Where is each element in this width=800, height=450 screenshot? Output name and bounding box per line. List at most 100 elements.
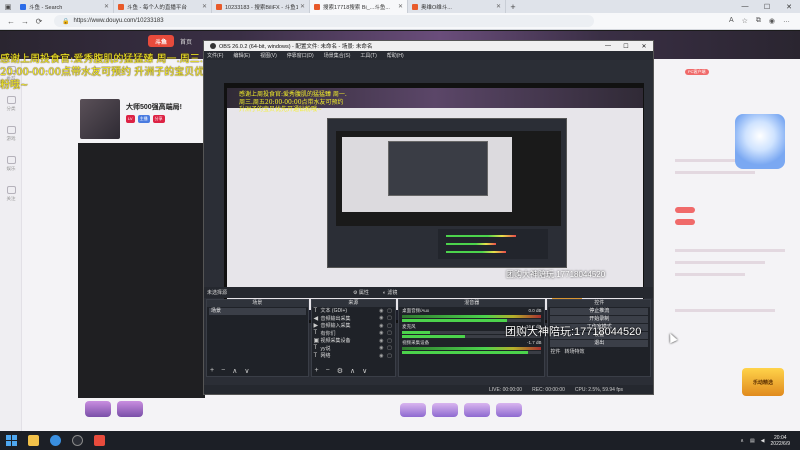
maximize-icon[interactable]: ☐: [617, 43, 635, 50]
remove-icon[interactable]: −: [221, 367, 225, 375]
sidebar-item-follow[interactable]: 关注: [0, 179, 22, 209]
lock-icon[interactable]: ▢: [387, 323, 395, 329]
eye-icon[interactable]: ◉: [379, 315, 387, 321]
close-tab-icon[interactable]: ✕: [300, 3, 305, 10]
close-window-icon[interactable]: ✕: [635, 43, 653, 50]
gift-icon[interactable]: [464, 403, 490, 417]
taskbar-app[interactable]: [22, 431, 44, 450]
network-icon[interactable]: ▤: [750, 438, 755, 444]
up-icon[interactable]: ∧: [350, 367, 355, 375]
collections-icon[interactable]: ⧉: [756, 17, 761, 25]
sidebar-item-entertainment[interactable]: 娱乐: [0, 149, 22, 179]
minimize-icon[interactable]: —: [734, 0, 756, 13]
lock-icon[interactable]: ▢: [387, 345, 395, 351]
browser-tab-3[interactable]: 10233183 - 搜索BiliFX - 斗鱼17...✕: [212, 0, 310, 13]
close-tab-icon[interactable]: ✕: [496, 3, 501, 10]
close-tab-icon[interactable]: ✕: [202, 3, 207, 10]
menu-view[interactable]: 视图(V): [260, 52, 277, 59]
menu-file[interactable]: 文件(F): [207, 52, 223, 59]
tray-chevron-icon[interactable]: ∧: [740, 438, 744, 444]
pc-client-chip[interactable]: PC客户端: [685, 69, 709, 75]
stop-streaming-button[interactable]: 停止推流: [550, 308, 648, 315]
close-window-icon[interactable]: ✕: [778, 0, 800, 13]
add-icon[interactable]: +: [315, 367, 319, 375]
forward-icon[interactable]: →: [18, 17, 32, 26]
volume-slider[interactable]: [402, 351, 542, 354]
profile-icon[interactable]: ◉: [769, 17, 775, 25]
add-icon[interactable]: +: [210, 367, 214, 375]
minimize-icon[interactable]: —: [599, 43, 617, 50]
more-icon[interactable]: …: [783, 17, 790, 25]
start-recording-button[interactable]: 开始录制: [550, 316, 648, 323]
promo-badge[interactable]: 乐动精选: [742, 368, 784, 396]
new-tab-button[interactable]: +: [506, 0, 520, 13]
tab-actions-icon[interactable]: ▣: [0, 0, 16, 13]
lock-icon[interactable]: ▢: [387, 315, 395, 321]
eye-icon[interactable]: ◉: [379, 323, 387, 329]
start-button[interactable]: [0, 431, 22, 450]
exit-button[interactable]: 退出: [550, 340, 648, 347]
tab-controls[interactable]: 控件: [550, 348, 560, 355]
menu-scene-collection[interactable]: 场景集合(S): [324, 52, 351, 59]
nav-home-link[interactable]: 首页: [180, 37, 192, 46]
tab-transitions[interactable]: 转场特效: [564, 348, 584, 355]
douyu-logo[interactable]: 斗鱼: [148, 35, 174, 47]
eye-icon[interactable]: ◉: [379, 345, 387, 351]
down-icon[interactable]: ∨: [362, 367, 367, 375]
eye-icon[interactable]: ◉: [379, 308, 387, 314]
eye-icon[interactable]: ◉: [379, 338, 387, 344]
menu-help[interactable]: 帮助(H): [387, 52, 404, 59]
eye-icon[interactable]: ◉: [379, 330, 387, 336]
browser-tab-2[interactable]: 斗鱼 - 每个人的直播平台 ✕: [114, 0, 212, 13]
browser-tab-1[interactable]: 斗鱼 - Search ✕: [16, 0, 114, 13]
sidebar-item-category[interactable]: 分类: [0, 89, 22, 119]
remove-icon[interactable]: −: [326, 367, 330, 375]
share-badge[interactable]: 分享: [152, 115, 165, 123]
source-item[interactable]: ▣ 视频采集设备 ◉ ▢: [312, 337, 396, 345]
streamer-avatar[interactable]: [80, 99, 120, 139]
gift-icon[interactable]: [400, 403, 426, 417]
source-item[interactable]: T 网络 ◉ ▢: [312, 352, 396, 360]
lock-icon[interactable]: ▢: [387, 353, 395, 359]
volume-slider[interactable]: [402, 319, 542, 322]
video-player[interactable]: [78, 143, 205, 398]
close-tab-icon[interactable]: ✕: [398, 3, 403, 10]
volume-icon[interactable]: ◀: [761, 438, 765, 444]
taskbar-app[interactable]: [66, 431, 88, 450]
source-item[interactable]: ◀ 音频输出采集 ◉ ▢: [312, 315, 396, 323]
source-item[interactable]: Tyy说 ◉ ▢: [312, 345, 396, 353]
filters-button[interactable]: ◐ 滤镜: [383, 289, 397, 296]
read-aloud-icon[interactable]: A: [729, 17, 734, 25]
sidebar-item-games[interactable]: 游戏: [0, 119, 22, 149]
gift-icon[interactable]: [85, 401, 111, 417]
gift-icon[interactable]: [117, 401, 143, 417]
taskbar-app[interactable]: [44, 431, 66, 450]
lock-icon[interactable]: ▢: [387, 330, 395, 336]
close-tab-icon[interactable]: ✕: [104, 3, 109, 10]
up-icon[interactable]: ∧: [232, 367, 237, 375]
lock-icon[interactable]: ▢: [387, 338, 395, 344]
menu-docks[interactable]: 停靠窗口(D): [287, 52, 314, 59]
maximize-icon[interactable]: ☐: [756, 0, 778, 13]
source-item[interactable]: T 有你们 ◉ ▢: [312, 330, 396, 338]
back-icon[interactable]: ←: [4, 17, 18, 26]
menu-tools[interactable]: 工具(T): [360, 52, 376, 59]
favorite-icon[interactable]: ☆: [742, 17, 748, 25]
gear-icon[interactable]: ⚙: [337, 367, 343, 375]
source-item[interactable]: T 文本 (GDI+) ◉ ▢: [312, 307, 396, 315]
clock[interactable]: 20:04 2022/6/9: [771, 435, 790, 447]
url-field[interactable]: 🔒 https://www.douyu.com/10233183: [54, 15, 594, 27]
browser-tab-5[interactable]: 奥维O维斗... ✕: [408, 0, 506, 13]
taskbar-app[interactable]: [88, 431, 110, 450]
gift-icon[interactable]: [496, 403, 522, 417]
properties-button[interactable]: ⚙ 属性: [353, 289, 369, 296]
refresh-icon[interactable]: ⟳: [32, 17, 46, 26]
down-icon[interactable]: ∨: [244, 367, 249, 375]
gift-icon[interactable]: [432, 403, 458, 417]
browser-tab-4[interactable]: 搜索17718搜索 Bi_...斗鱼... ✕: [310, 0, 408, 13]
menu-edit[interactable]: 编辑(E): [233, 52, 250, 59]
lock-icon[interactable]: ▢: [387, 308, 395, 314]
source-item[interactable]: ▶ 音频输入采集 ◉ ▢: [312, 322, 396, 330]
scene-list-item[interactable]: 场景: [209, 308, 306, 315]
eye-icon[interactable]: ◉: [379, 353, 387, 359]
